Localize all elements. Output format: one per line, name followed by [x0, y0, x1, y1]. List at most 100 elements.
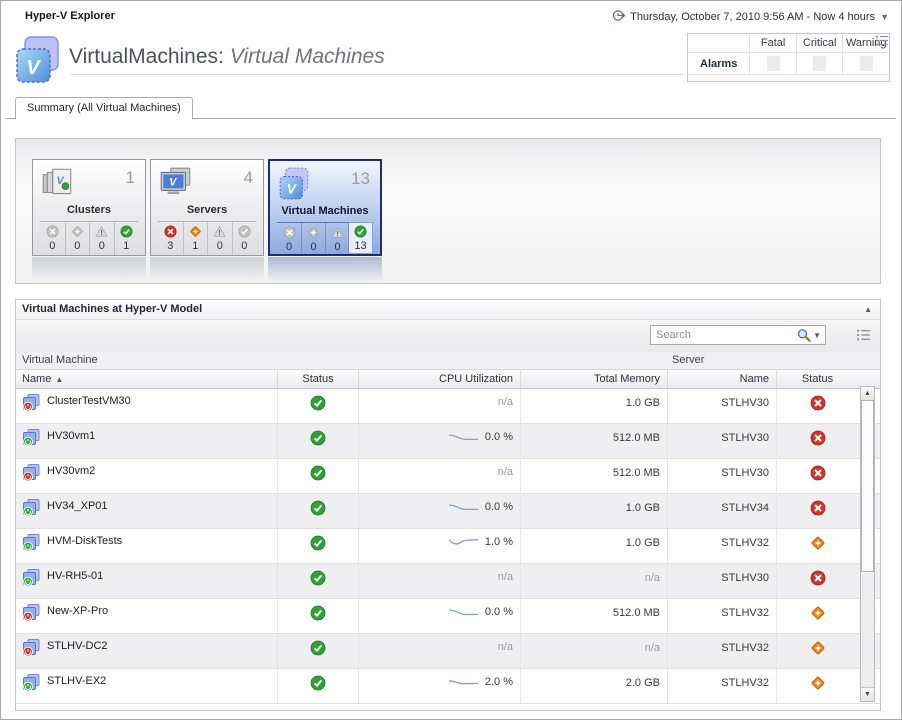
tile-label: Clusters: [33, 204, 145, 221]
tile-status-warning[interactable]: 0: [89, 222, 114, 255]
server-name: STLHV32: [668, 599, 777, 633]
server-status-icon: [810, 570, 826, 586]
vm-icon: [22, 464, 41, 482]
tab-summary-all-virtual-machines[interactable]: Summary (All Virtual Machines): [15, 97, 193, 119]
tile-status-normal[interactable]: 1: [114, 222, 139, 255]
col-header-status[interactable]: Status: [278, 370, 359, 388]
tile-object-count: 13: [351, 169, 370, 189]
status-count: 1: [123, 240, 129, 252]
server-name: STLHV30: [668, 459, 777, 493]
vm-table-row[interactable]: STLHV-DC2 n/a n/a STLHV32: [16, 634, 880, 669]
search-options-caret[interactable]: ▼: [812, 331, 825, 340]
col-header-server-name[interactable]: Name: [668, 370, 777, 388]
app-title: Hyper-V Explorer: [25, 10, 115, 22]
tile-status-critical[interactable]: 0: [301, 223, 325, 254]
server-status-cell: [777, 634, 858, 668]
alarm-count-critical[interactable]: [813, 56, 826, 71]
hyperv-explorer-page: Hyper-V Explorer Thursday, October 7, 20…: [0, 0, 902, 720]
virtual-machines-icon: V: [15, 35, 65, 85]
status-icon: [120, 225, 133, 238]
tile-status-critical[interactable]: 0: [65, 222, 90, 255]
memory-value: n/a: [521, 634, 668, 668]
vm-status-cell: [278, 389, 359, 423]
tile-status-fatal[interactable]: 0: [40, 222, 65, 255]
alarm-count-warning[interactable]: [860, 56, 873, 71]
cpu-value: n/a: [498, 571, 513, 583]
search-icon[interactable]: [796, 328, 812, 342]
vertical-scrollbar[interactable]: ▲ ▼: [860, 386, 875, 702]
col-header-server-status[interactable]: Status: [777, 370, 858, 388]
vm-table-row[interactable]: New-XP-Pro 0.0 % 512.0 MB STLHV32: [16, 599, 880, 634]
vm-status-icon: [310, 465, 326, 481]
tile-virtual-machines[interactable]: V 13 Virtual Machines 0 0 0 13: [268, 159, 382, 256]
vm-table-row[interactable]: HV-RH5-01 n/a n/a STLHV30: [16, 564, 880, 599]
cpu-cell: n/a: [359, 389, 521, 423]
server-status-icon: [810, 430, 826, 446]
scroll-down-arrow-icon[interactable]: ▼: [861, 687, 874, 701]
vm-table-row[interactable]: HV30vm1 0.0 % 512.0 MB STLHV30: [16, 424, 880, 459]
vm-icon: [22, 394, 41, 412]
server-name: STLHV32: [668, 669, 777, 703]
server-status-cell: [777, 389, 858, 423]
col-header-cpu-utilization[interactable]: CPU Utilization: [359, 370, 521, 388]
tile-status-critical[interactable]: 1: [183, 222, 208, 255]
tile-object-count: 4: [244, 168, 253, 188]
vm-status-cell: [278, 424, 359, 458]
tile-status-fatal[interactable]: 0: [277, 223, 301, 254]
server-status-cell: [777, 669, 858, 703]
cpu-sparkline: [447, 501, 480, 513]
vm-table-row[interactable]: HV34_XP01 0.0 % 1.0 GB STLHV34: [16, 494, 880, 529]
cpu-value: 1.0 %: [485, 536, 513, 548]
cpu-cell: n/a: [359, 634, 521, 668]
table-customizer-icon[interactable]: [857, 329, 870, 341]
vm-table-row[interactable]: ClusterTestVM30 n/a 1.0 GB STLHV30: [16, 389, 880, 424]
column-group-header-row: Virtual Machine Server: [16, 352, 880, 370]
collapse-panel-icon[interactable]: ▲: [864, 300, 872, 319]
vm-name: ClusterTestVM30: [47, 395, 131, 407]
memory-value: 512.0 MB: [521, 459, 668, 493]
tile-status-normal[interactable]: 13: [348, 222, 373, 254]
alarms-footer: [688, 74, 889, 81]
col-header-total-memory[interactable]: Total Memory: [521, 370, 668, 388]
status-icon: [213, 225, 226, 238]
scrollbar-thumb[interactable]: [861, 400, 874, 572]
tile-reflection: [32, 257, 146, 282]
tile-status-warning[interactable]: 0: [325, 223, 349, 254]
vm-status-icon: [310, 640, 326, 656]
alarm-count-fatal[interactable]: [767, 56, 780, 71]
tile-reflection: [268, 257, 382, 282]
cpu-value: n/a: [498, 396, 513, 408]
tile-status-fatal[interactable]: 3: [158, 222, 183, 255]
memory-value: n/a: [521, 564, 668, 598]
tile-servers[interactable]: V 4 Servers 3 1 0 0: [150, 159, 264, 256]
status-count: 0: [74, 240, 80, 252]
tile-icon: V: [277, 166, 313, 202]
tile-clusters[interactable]: V 1 Clusters 0 0 0 1: [32, 159, 146, 256]
server-status-icon: [810, 605, 826, 621]
vm-table-row[interactable]: STLHV-EX2 2.0 % 2.0 GB STLHV32: [16, 669, 880, 704]
page-subtitle: Virtual Machines: [230, 45, 385, 68]
vm-status-icon: [310, 500, 326, 516]
vm-status-cell: [278, 669, 359, 703]
col-header-name[interactable]: Name▲: [16, 370, 278, 388]
server-status-icon: [810, 675, 826, 691]
vm-status-cell: [278, 494, 359, 528]
cpu-value: 0.0 %: [485, 501, 513, 513]
cpu-value: 0.0 %: [485, 606, 513, 618]
status-icon: [95, 225, 108, 238]
chevron-down-icon: ▼: [880, 12, 889, 22]
status-icon: [283, 226, 296, 239]
time-range-selector[interactable]: Thursday, October 7, 2010 9:56 AM - Now …: [612, 9, 889, 25]
vm-table-row[interactable]: HV30vm2 n/a 512.0 MB STLHV30: [16, 459, 880, 494]
vm-icon: [22, 639, 41, 657]
status-icon: [164, 225, 177, 238]
tile-status-normal[interactable]: 0: [232, 222, 257, 255]
vm-icon: [22, 429, 41, 447]
scroll-up-arrow-icon[interactable]: ▲: [861, 387, 874, 401]
search-box[interactable]: ▼: [650, 325, 826, 345]
table-customizer-icon[interactable]: [876, 35, 888, 46]
vm-table-row[interactable]: HVM-DiskTests 1.0 % 1.0 GB STLHV32: [16, 529, 880, 564]
vm-status-icon: [310, 430, 326, 446]
tile-status-warning[interactable]: 0: [207, 222, 232, 255]
search-input[interactable]: [651, 329, 796, 341]
